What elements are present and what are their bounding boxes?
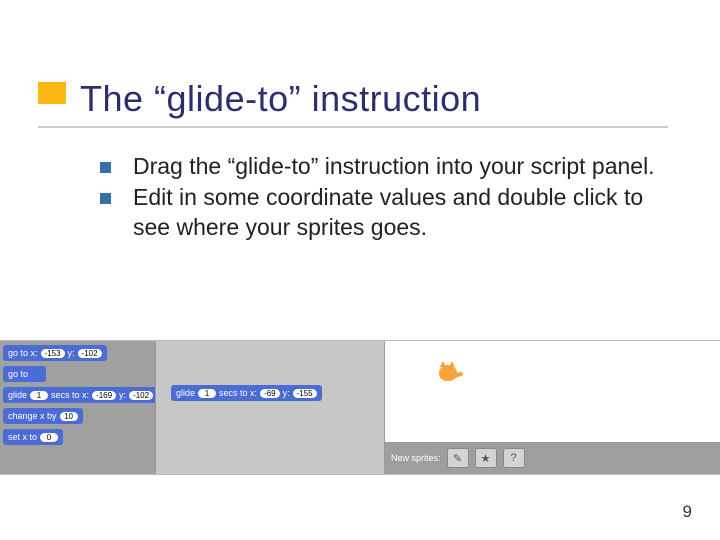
bullet-item: Edit in some coordinate values and doubl… — [100, 183, 660, 242]
slide-title: The “glide-to” instruction — [38, 78, 680, 120]
script-glide-block[interactable]: glide 1 secs to x: -69 y: -155 — [171, 385, 322, 401]
bullet-item: Drag the “glide-to” instruction into you… — [100, 152, 660, 181]
slide-number: 9 — [683, 502, 692, 522]
random-sprite-button[interactable]: ? — [503, 448, 525, 468]
choose-sprite-button[interactable]: ★ — [475, 448, 497, 468]
glide-block[interactable]: glide 1 secs to x: -169 y: -102 — [3, 387, 158, 403]
bullet-text: Edit in some coordinate values and doubl… — [133, 183, 660, 242]
stage-footer: New sprites: ✎ ★ ? — [385, 442, 720, 474]
change-x-block[interactable]: change x by 10 — [3, 408, 83, 424]
blocks-palette: go to x: -153 y: -102 go to glide 1 secs… — [0, 341, 155, 474]
new-sprites-label: New sprites: — [391, 453, 441, 463]
paint-sprite-button[interactable]: ✎ — [447, 448, 469, 468]
bullet-list: Drag the “glide-to” instruction into you… — [100, 152, 660, 244]
question-icon: ? — [510, 452, 516, 464]
goto-block[interactable]: go to — [3, 366, 46, 382]
bullet-text: Drag the “glide-to” instruction into you… — [133, 152, 655, 181]
title-underline — [38, 126, 668, 128]
title-area: The “glide-to” instruction — [38, 78, 680, 120]
scratch-screenshot: go to x: -153 y: -102 go to glide 1 secs… — [0, 340, 720, 475]
bullet-icon — [100, 193, 111, 204]
stage-area: x: -324 y: -76 New sprites: ✎ ★ ? — [385, 341, 720, 474]
bullet-icon — [100, 162, 111, 173]
set-x-block[interactable]: set x to 0 — [3, 429, 63, 445]
paint-icon: ✎ — [453, 452, 462, 465]
goto-xy-block[interactable]: go to x: -153 y: -102 — [3, 345, 107, 361]
script-panel[interactable]: glide 1 secs to x: -69 y: -155 — [155, 341, 385, 474]
scratch-cat-sprite[interactable] — [437, 361, 463, 385]
star-icon: ★ — [481, 452, 491, 465]
accent-square — [38, 82, 66, 104]
